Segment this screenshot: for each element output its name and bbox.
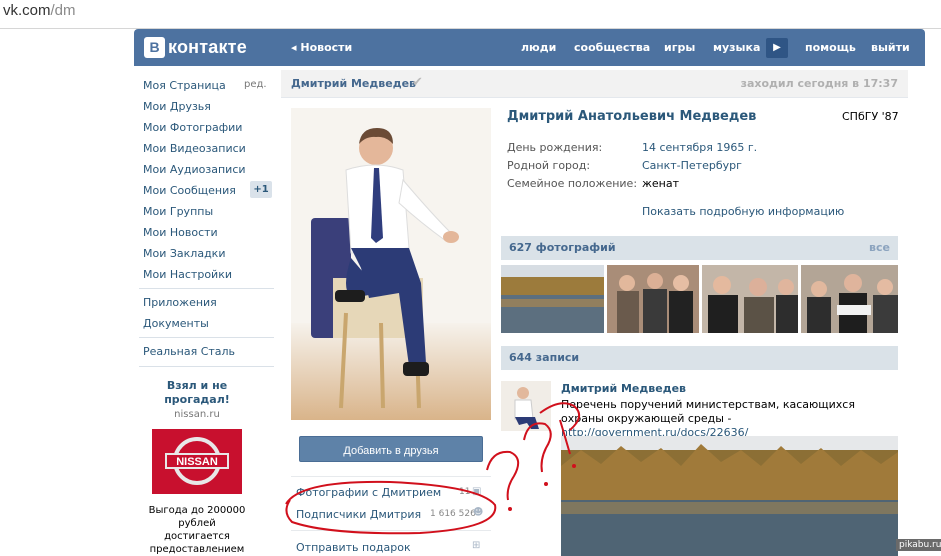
- ad-text-line: Выгода до 200000: [148, 505, 246, 516]
- ad-title[interactable]: Взял и не прогадал!: [138, 379, 256, 407]
- last-seen-status: заходил сегодня в 17:37: [740, 77, 898, 90]
- browser-address-bar[interactable]: vk.com/dm: [0, 0, 941, 29]
- ad-text-line: предоставлением: [149, 544, 245, 555]
- ad-brand-text: NISSAN: [176, 456, 218, 468]
- photos-count-title: 627 фотографий: [509, 241, 616, 254]
- menu-messages[interactable]: Мои Сообщения: [143, 184, 236, 197]
- birthday-value[interactable]: 14 сентября 1965 г.: [642, 141, 757, 154]
- address-text: vk.com/dm: [3, 2, 76, 19]
- show-more-info-link[interactable]: Показать подробную информацию: [642, 205, 844, 218]
- menu-settings[interactable]: Мои Настройки: [143, 268, 232, 281]
- profile-university[interactable]: СПбГУ '87: [842, 110, 899, 123]
- menu-videos[interactable]: Мои Видеозаписи: [143, 142, 246, 155]
- nissan-logo-icon: NISSAN: [152, 429, 242, 494]
- nav-games[interactable]: игры: [664, 41, 695, 54]
- post-text: Перечень поручений министерствам, касающ…: [561, 398, 896, 440]
- ad-text-line: достигается: [164, 531, 230, 542]
- photo-people: [607, 265, 699, 333]
- menu-divider: [139, 288, 274, 289]
- menu-groups[interactable]: Мои Группы: [143, 205, 213, 218]
- chevron-left-icon: ◂: [291, 41, 297, 54]
- nav-people[interactable]: люди: [521, 41, 556, 54]
- nav-music[interactable]: музыка: [713, 41, 760, 54]
- photo-landscape: [501, 265, 604, 333]
- post-body: Перечень поручений министерствам, касающ…: [561, 398, 855, 425]
- edit-link[interactable]: ред.: [244, 79, 267, 90]
- birthday-label: День рождения:: [507, 141, 603, 154]
- nav-communities[interactable]: сообщества: [574, 41, 650, 54]
- menu-documents[interactable]: Документы: [143, 317, 209, 330]
- menu-my-page[interactable]: Моя Страница: [143, 79, 226, 92]
- wall-section-header: 644 записи: [501, 346, 898, 370]
- post-author-avatar[interactable]: [501, 381, 551, 431]
- ad-image[interactable]: NISSAN: [152, 429, 242, 494]
- followers-count: 1 616 526: [430, 509, 476, 519]
- marital-status-label: Семейное положение:: [507, 177, 638, 190]
- menu-divider: [139, 337, 274, 338]
- news-link-label: Новости: [300, 41, 353, 54]
- ad-text-line: рублей: [178, 518, 216, 529]
- avatar-thumbnail: [501, 381, 551, 431]
- photos-all-link[interactable]: все: [869, 241, 890, 254]
- hometown-label: Родной город:: [507, 159, 591, 172]
- play-icon[interactable]: ▶: [766, 38, 788, 58]
- vk-logo[interactable]: В контакте: [144, 37, 247, 58]
- add-friend-button[interactable]: Добавить в друзья: [299, 436, 483, 462]
- side-divider: [291, 476, 491, 477]
- profile-avatar[interactable]: [291, 108, 491, 420]
- ad-text: Выгода до 200000 рублей достигается пред…: [138, 504, 256, 556]
- photo-thumbnail[interactable]: [801, 265, 898, 333]
- menu-friends[interactable]: Мои Друзья: [143, 100, 211, 113]
- photos-with-link[interactable]: Фотографии с Дмитрием: [296, 486, 441, 499]
- wall-posts-count: 644 записи: [509, 351, 580, 364]
- menu-bookmarks[interactable]: Мои Закладки: [143, 247, 225, 260]
- send-gift-link[interactable]: Отправить подарок: [296, 541, 411, 554]
- messages-count-badge[interactable]: +1: [250, 181, 272, 198]
- photos-section-header[interactable]: 627 фотографий все: [501, 236, 898, 260]
- followers-link[interactable]: Подписчики Дмитрия: [296, 508, 421, 521]
- photo-thumbnail[interactable]: [607, 265, 699, 333]
- ad-title-line: прогадал!: [164, 393, 230, 406]
- profile-header-name: Дмитрий Медведев: [291, 77, 417, 90]
- photo-thumbnail[interactable]: [501, 265, 604, 333]
- menu-divider: [139, 366, 274, 367]
- post-landscape-photo: [561, 436, 898, 556]
- nav-logout[interactable]: выйти: [871, 41, 910, 54]
- back-to-news-link[interactable]: ◂ Новости: [291, 41, 352, 54]
- address-path: /dm: [50, 2, 76, 19]
- ad-domain: nissan.ru: [174, 409, 220, 420]
- nav-help[interactable]: помощь: [805, 41, 856, 54]
- watermark: pikabu.ru: [896, 539, 941, 551]
- gift-icon: ⊞: [472, 540, 481, 551]
- vk-logo-text: контакте: [168, 37, 247, 57]
- photo-thumbnail[interactable]: [702, 265, 798, 333]
- avatar-photo: [291, 108, 491, 420]
- menu-apps[interactable]: Приложения: [143, 296, 217, 309]
- profile-full-name: Дмитрий Анатольевич Медведев: [507, 109, 757, 124]
- side-divider: [291, 530, 491, 531]
- menu-photos[interactable]: Мои Фотографии: [143, 121, 242, 134]
- photos-with-count: 11: [459, 487, 471, 497]
- profile-header: Дмитрий Медведев ✔ заходил сегодня в 17:…: [281, 70, 908, 98]
- verified-check-icon: ✔: [412, 75, 423, 90]
- hometown-value[interactable]: Санкт-Петербург: [642, 159, 742, 172]
- vk-logo-mark: В: [144, 37, 165, 58]
- photo-people: [801, 265, 898, 333]
- camera-icon: ▣: [472, 486, 482, 497]
- people-icon: ☻: [473, 507, 484, 518]
- menu-news[interactable]: Мои Новости: [143, 226, 218, 239]
- ad-title-line: Взял и не: [166, 379, 228, 392]
- menu-real-steel[interactable]: Реальная Сталь: [143, 345, 235, 358]
- marital-status-value: женат: [642, 177, 680, 190]
- address-domain: vk.com: [3, 2, 51, 19]
- menu-audio[interactable]: Мои Аудиозаписи: [143, 163, 246, 176]
- photo-people: [702, 265, 798, 333]
- post-author-name[interactable]: Дмитрий Медведев: [561, 382, 686, 395]
- top-navigation-bar: В контакте ◂ Новости люди сообщества игр…: [134, 29, 925, 66]
- post-image[interactable]: [561, 436, 898, 556]
